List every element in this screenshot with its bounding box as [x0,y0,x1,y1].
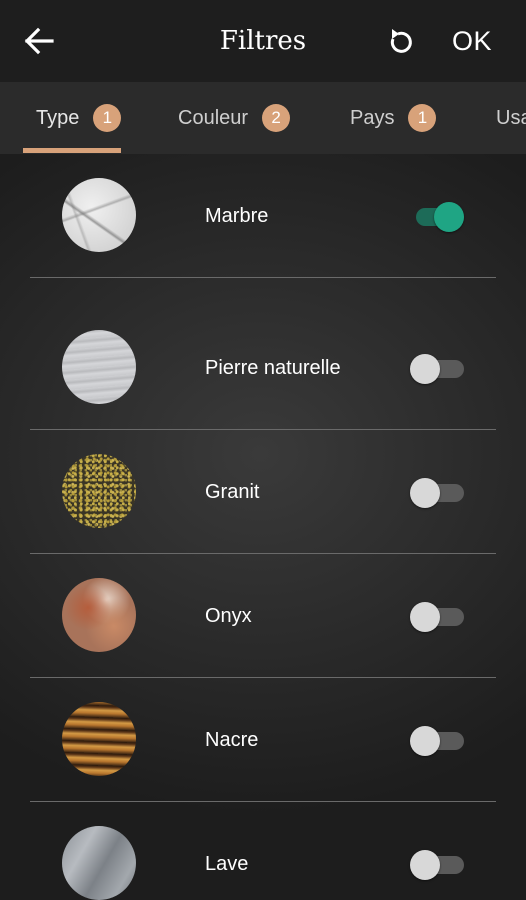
tab-label: Usa [496,106,526,129]
reset-icon [390,29,412,53]
tab-usage[interactable]: Usa [496,82,526,154]
toggle-switch[interactable] [410,726,464,756]
count-badge: 1 [408,104,437,132]
onyx-thumbnail [62,578,136,652]
list-item-granit[interactable]: Granit [30,430,496,554]
count-badge: 1 [93,104,122,132]
switch-knob [410,726,440,756]
nacre-thumbnail [62,702,136,776]
item-label: Marbre [205,205,269,227]
item-label: Lave [205,853,249,875]
page-title: Filtres [219,26,307,56]
switch-knob [434,202,464,232]
active-tab-indicator [23,148,121,153]
count-badge: 2 [262,104,291,132]
tab-label: Pays [350,106,395,129]
tab-pays[interactable]: Pays 1 [350,82,437,154]
switch-knob [410,478,440,508]
list-item-lave[interactable]: Lave [30,802,496,900]
toggle-switch[interactable] [410,478,464,508]
ok-button[interactable]: OK [452,26,492,57]
granit-thumbnail [62,454,136,528]
list-item-nacre[interactable]: Nacre [30,678,496,802]
lave-thumbnail [62,826,136,900]
toggle-switch[interactable] [410,850,464,880]
item-label: Nacre [205,729,259,751]
list-item-onyx[interactable]: Onyx [30,554,496,678]
item-label: Granit [205,481,260,503]
item-label: Pierre naturelle [205,357,341,379]
marbre-thumbnail [62,178,136,252]
switch-knob [410,602,440,632]
toggle-switch[interactable] [410,602,464,632]
toggle-switch[interactable] [410,202,464,232]
item-label: Onyx [205,605,252,627]
filter-tabs: Type 1 Couleur 2 Pays 1 Usa [0,82,526,154]
list-item-marbre[interactable]: Marbre [30,154,496,278]
list-item-pierre-naturelle[interactable]: Pierre naturelle [30,306,496,430]
top-app-bar: Filtres OK [0,0,526,82]
divider [30,277,496,278]
filter-list: Marbre Pierre naturelle Granit Onyx Nacr… [0,154,526,900]
switch-knob [410,354,440,384]
tab-type[interactable]: Type 1 [36,82,122,154]
pierre-naturelle-thumbnail [62,330,136,404]
reset-button[interactable] [384,26,416,58]
tab-label: Type [36,106,80,129]
tab-couleur[interactable]: Couleur 2 [178,82,291,154]
tab-label: Couleur [178,106,249,129]
toggle-switch[interactable] [410,354,464,384]
switch-knob [410,850,440,880]
